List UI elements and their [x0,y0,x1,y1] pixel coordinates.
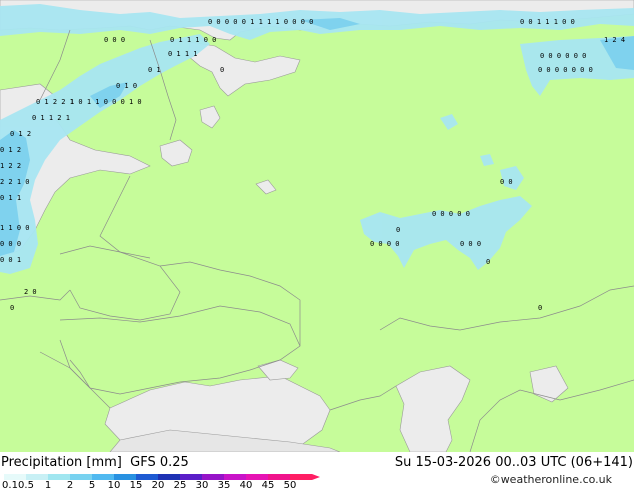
scale-tick-label: 25 [173,480,187,491]
marker-row: 0 1 2 2 1 [36,98,74,106]
marker-row: 2 0 [24,288,37,296]
scale-tick-label: 10 [107,480,121,491]
precipitation-map[interactable]: 0 0 0 0 0 1 1 1 1 0 0 0 0 0 0 0 0 1 1 1 … [0,0,634,452]
marker-row: 0 0 0 0 [370,240,400,248]
marker-row: 0 1 2 [10,130,31,138]
scale-tick-label: 5 [88,480,96,491]
valid-datetime: Su 15-03-2026 00..03 UTC (06+141) [394,455,633,470]
marker-row: 0 0 0 0 0 1 1 1 1 0 0 0 0 [208,18,313,26]
scale-tick-label: 40 [239,480,253,491]
marker-row: 0 0 0 0 0 [432,210,470,218]
marker-row: 0 [10,304,14,312]
scale-tick-label: 50 [283,480,297,491]
marker-row: 0 0 1 1 1 0 0 [520,18,575,26]
scale-tick-label: 20 [151,480,165,491]
marker-row: 0 1 1 2 1 [32,114,70,122]
marker-row: 0 0 [500,178,513,186]
marker-row: 0 1 2 [0,146,21,154]
marker-row: 1 0 1 1 0 0 0 1 0 [70,98,142,106]
marker-row: 0 0 0 0 0 0 [540,52,586,60]
legend-bar: Precipitation [mm] GFS 0.25 Su 15-03-202… [0,452,634,491]
scale-tick-label: 45 [261,480,275,491]
scale-tick-label: 1 [44,480,52,491]
marker-row: 0 [486,258,490,266]
marker-row: 0 0 0 0 0 0 0 [538,66,593,74]
marker-row: 2 2 1 0 [0,178,30,186]
marker-row: 0 0 1 [0,256,21,264]
marker-row: 0 1 1 [0,194,21,202]
scale-tick-label: 0.1 [2,480,18,491]
map-viewer: 0 0 0 0 0 1 1 1 1 0 0 0 0 0 0 0 0 1 1 1 … [0,0,634,491]
legend-title: Precipitation [mm] GFS 0.25 [1,455,189,470]
marker-row: 0 [538,304,542,312]
marker-row: 0 1 [148,66,161,74]
marker-row: 0 1 1 1 [168,50,198,58]
scale-tick-label: 35 [217,480,231,491]
scale-tick-label: 0.5 [18,480,34,491]
marker-row: 1 1 0 0 [0,224,30,232]
marker-row: 0 1 1 1 0 0 [170,36,216,44]
model-name: GFS 0.25 [130,455,189,470]
marker-row: 0 [220,66,224,74]
marker-row: 0 [396,226,400,234]
marker-row: 1 2 2 [0,162,21,170]
scale-arrow [312,474,320,480]
credit-link[interactable]: ©weatheronline.co.uk [490,473,612,486]
marker-row: 0 1 0 [116,82,137,90]
scale-tick-label: 2 [66,480,74,491]
marker-row: 1 2 4 [604,36,625,44]
scale-tick-label: 15 [129,480,143,491]
scale-tick-label: 30 [195,480,209,491]
marker-row: 0 0 0 [0,240,21,248]
marker-row: 0 0 0 [460,240,481,248]
marker-row: 0 0 0 [104,36,125,44]
